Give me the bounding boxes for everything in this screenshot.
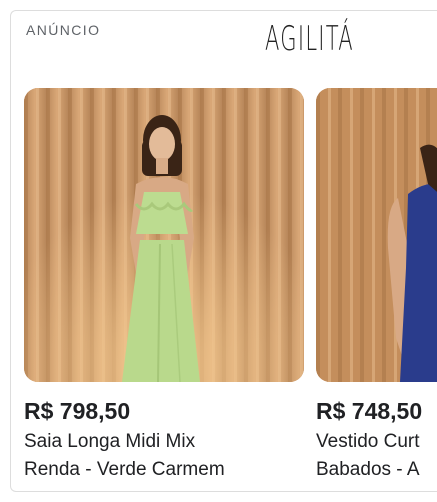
product-title-line: Babados - A	[316, 459, 420, 480]
product-title[interactable]: Saia Longa Midi Mix Renda - Verde Carmem	[24, 428, 304, 484]
product-title-line: Saia Longa Midi Mix	[24, 431, 196, 452]
product-carousel[interactable]: R$ 798,50 Saia Longa Midi Mix Renda - Ve…	[0, 0, 437, 502]
blue-dress-photo-icon	[316, 88, 437, 382]
product-image[interactable]	[316, 88, 437, 382]
product-price[interactable]: R$ 798,50	[24, 398, 304, 424]
product-card[interactable]: R$ 798,50 Saia Longa Midi Mix Renda - Ve…	[24, 88, 304, 484]
product-image[interactable]	[24, 88, 304, 382]
product-title-line: Renda - Verde Carmem	[24, 459, 225, 480]
product-title-line: Vestido Curt	[316, 431, 420, 452]
product-card[interactable]: R$ 748,50 Vestido Curt Babados - A	[316, 88, 437, 484]
product-title[interactable]: Vestido Curt Babados - A	[316, 428, 437, 484]
green-dress-photo-icon	[24, 88, 304, 382]
product-price[interactable]: R$ 748,50	[316, 398, 437, 424]
